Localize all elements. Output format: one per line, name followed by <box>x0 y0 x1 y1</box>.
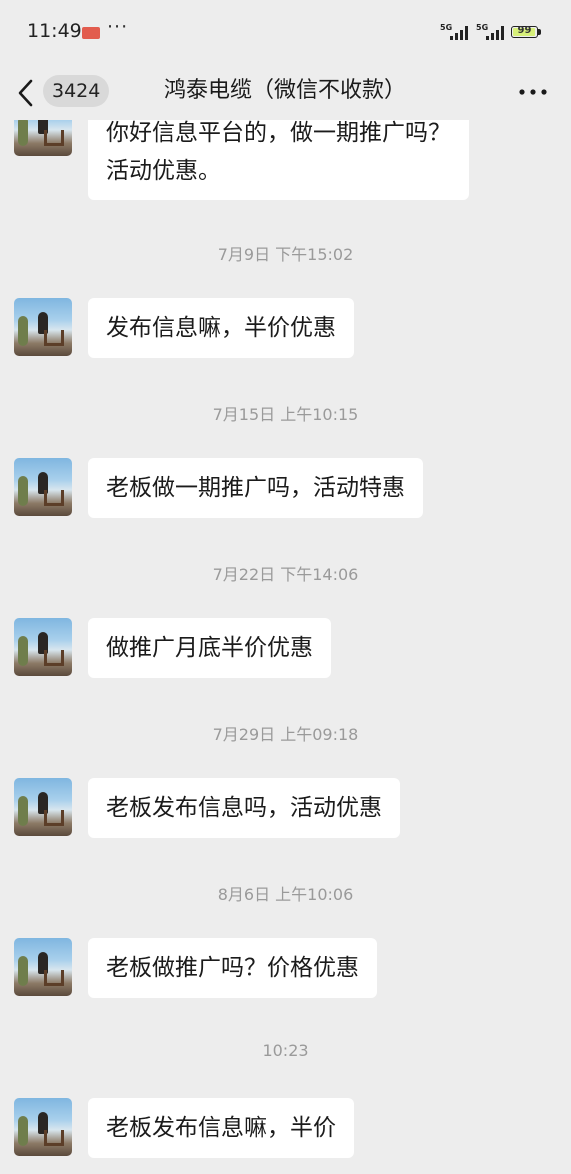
unread-count-badge[interactable]: 3424 <box>43 75 110 107</box>
back-button[interactable] <box>14 76 38 110</box>
battery-level: 99 <box>517 25 532 36</box>
chat-title: 鸿泰电缆（微信不收款） <box>163 78 406 103</box>
status-time: 11:49 <box>27 20 82 42</box>
notification-app-icon <box>82 27 100 39</box>
message-bubble[interactable]: 发布信息嘛，半价优惠 <box>88 298 354 358</box>
contact-avatar[interactable] <box>14 298 72 356</box>
message-bubble[interactable]: 做推广月底半价优惠 <box>88 618 331 678</box>
message-timestamp: 10:23 <box>262 1041 309 1060</box>
message-timestamp: 7月15日 上午10:15 <box>212 405 359 424</box>
status-bar: 11:49 ··· 5G 5G 99 <box>0 0 571 66</box>
chat-header: 3424 鸿泰电缆（微信不收款） <box>0 66 571 120</box>
more-options-button[interactable] <box>516 79 550 105</box>
contact-avatar[interactable] <box>14 938 72 996</box>
status-more-icon: ··· <box>107 16 129 38</box>
message-bubble[interactable]: 老板做推广吗？价格优惠 <box>88 938 377 998</box>
message-text-line: 活动优惠。 <box>106 158 221 184</box>
message-bubble[interactable]: 老板做一期推广吗，活动特惠 <box>88 458 423 518</box>
message-list[interactable]: 你好信息平台的，做一期推广吗？ 活动优惠。 7月9日 下午15:02 发布信息嘛… <box>0 0 571 1174</box>
message-timestamp: 8月6日 上午10:06 <box>217 885 354 904</box>
contact-avatar[interactable] <box>14 778 72 836</box>
battery-nub <box>538 29 541 35</box>
ellipsis-horizontal-icon <box>519 89 547 95</box>
battery-icon: 99 <box>511 25 538 38</box>
contact-avatar[interactable] <box>14 618 72 676</box>
chevron-left-icon <box>18 79 33 107</box>
message-bubble[interactable]: 你好信息平台的，做一期推广吗？ 活动优惠。 <box>88 106 469 200</box>
contact-avatar[interactable] <box>14 458 72 516</box>
message-bubble[interactable]: 老板发布信息吗，活动优惠 <box>88 778 400 838</box>
message-timestamp: 7月9日 下午15:02 <box>217 245 354 264</box>
message-timestamp: 7月29日 上午09:18 <box>212 725 359 744</box>
message-bubble[interactable]: 老板发布信息嘛，半价 <box>88 1098 354 1158</box>
contact-avatar[interactable] <box>14 1098 72 1156</box>
message-timestamp: 7月22日 下午14:06 <box>212 565 359 584</box>
